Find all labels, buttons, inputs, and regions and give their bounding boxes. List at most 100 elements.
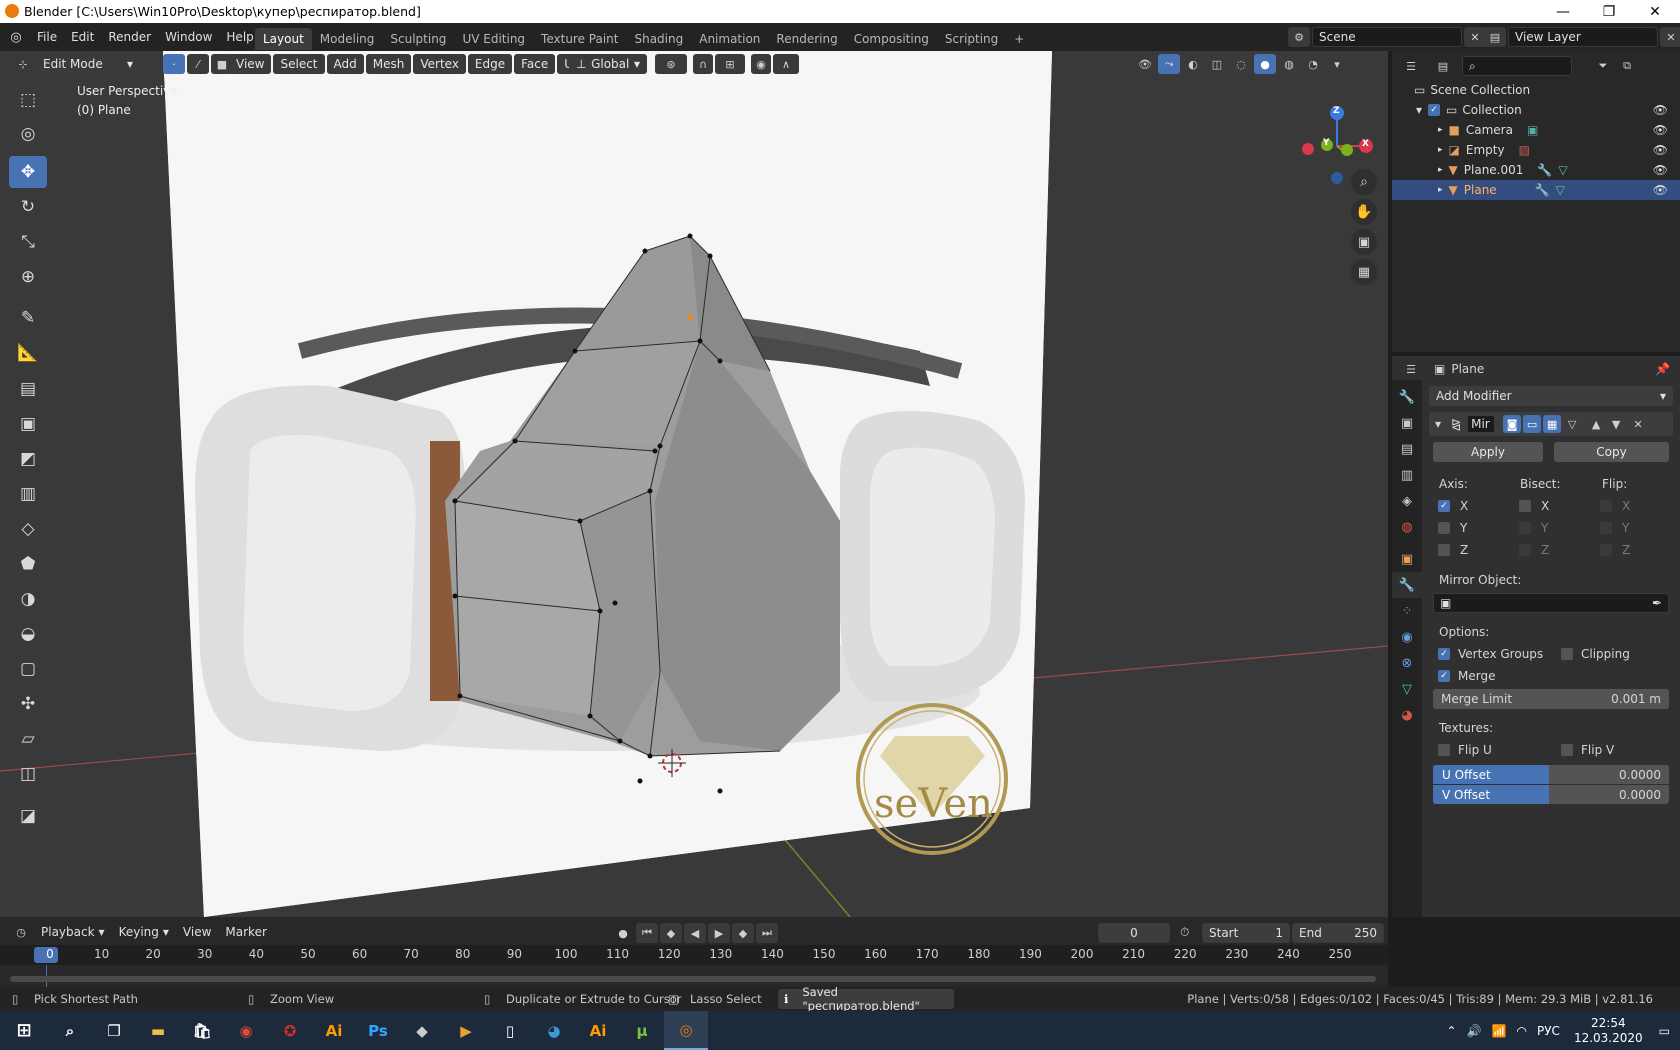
menu-add[interactable]: Add <box>326 54 364 74</box>
wifi-icon[interactable]: ◠ <box>1517 1024 1527 1038</box>
move-down-icon[interactable]: ▼ <box>1607 415 1625 433</box>
blender-menu-icon[interactable]: ◎ <box>6 27 26 47</box>
merge-toggle[interactable]: ✓ Merge <box>1438 669 1495 683</box>
ortho-toggle-icon[interactable]: ▦ <box>1351 259 1377 285</box>
app-blue-icon[interactable]: ◕ <box>532 1011 576 1050</box>
data-tab-icon[interactable]: ▽ <box>1392 676 1422 702</box>
shading-options-icon[interactable]: ▾ <box>1326 54 1348 74</box>
3d-viewport[interactable]: seVen User Perspective (0) Plane Z X Y ⌕… <box>0 51 1388 917</box>
edge-slide-tool-icon[interactable]: ▢ <box>9 653 47 685</box>
bevel-tool-icon[interactable]: ◩ <box>9 443 47 475</box>
record-icon[interactable]: ● <box>612 923 634 943</box>
blender-taskbar-icon[interactable]: ◎ <box>664 1011 708 1050</box>
pivot-point-icon[interactable]: ⊛ <box>655 54 687 74</box>
shrink-fatten-tool-icon[interactable]: ✣ <box>9 688 47 720</box>
view-layer-tab-icon[interactable]: ▥ <box>1392 462 1422 488</box>
eye-icon[interactable]: 👁 <box>1653 123 1668 137</box>
bisect-x-toggle[interactable]: X <box>1519 499 1549 513</box>
particles-tab-icon[interactable]: ⁘ <box>1392 598 1422 624</box>
poly-build-tool-icon[interactable]: ⬟ <box>9 548 47 580</box>
tab-texture-paint[interactable]: Texture Paint <box>533 28 626 50</box>
flip-z-toggle[interactable]: Z <box>1600 543 1630 557</box>
flip-y-checkbox[interactable] <box>1600 522 1612 534</box>
outliner-row-scene-collection[interactable]: ▭ Scene Collection <box>1392 80 1680 100</box>
network-icon[interactable]: 📶 <box>1492 1024 1507 1038</box>
flip-x-toggle[interactable]: X <box>1600 499 1630 513</box>
modifier-tab-icon[interactable]: 🔧 <box>1392 572 1422 598</box>
pan-hand-icon[interactable]: ✋ <box>1351 199 1377 225</box>
smooth-tool-icon[interactable]: ◒ <box>9 618 47 650</box>
visibility-icon[interactable]: 👁 <box>1134 54 1156 74</box>
maximize-button[interactable]: ❐ <box>1586 0 1632 23</box>
mirror-object-field[interactable]: ▣ ✒ <box>1433 593 1669 613</box>
menu-playback[interactable]: Playback ▾ <box>34 921 112 943</box>
file-explorer-icon[interactable]: ▬ <box>136 1011 180 1050</box>
outliner-row-plane-001[interactable]: ▸ ▼ Plane.001 🔧 ▽ 👁 <box>1392 160 1680 180</box>
add-modifier-dropdown[interactable]: Add Modifier ▾ <box>1429 386 1673 406</box>
axis-z-toggle[interactable]: Z <box>1438 543 1468 557</box>
transform-tool-icon[interactable]: ⊕ <box>9 261 47 293</box>
move-tool-icon[interactable]: ✥ <box>9 156 47 188</box>
show-in-render-icon[interactable]: ◙ <box>1503 415 1522 433</box>
task-view-icon[interactable]: ❐ <box>92 1011 136 1050</box>
bisect-z-toggle[interactable]: Z <box>1519 543 1549 557</box>
view-layer-browse-icon[interactable]: ▤ <box>1484 27 1506 47</box>
photoshop-icon[interactable]: Ps <box>356 1011 400 1050</box>
chrome-icon[interactable]: ◉ <box>224 1011 268 1050</box>
notification-icon[interactable]: ▭ <box>1659 1024 1670 1038</box>
mode-dropdown[interactable]: Edit Mode ▾ <box>36 54 140 74</box>
tool-tab-icon[interactable]: 🔧 <box>1392 384 1422 410</box>
illustrator-icon[interactable]: Ai <box>312 1011 356 1050</box>
menu-edge[interactable]: Edge <box>467 54 513 74</box>
tab-animation[interactable]: Animation <box>691 28 768 50</box>
select-box-tool-icon[interactable]: ⬚ <box>9 84 47 116</box>
expand-arrow-icon[interactable]: ▸ <box>1438 165 1443 175</box>
bisect-y-toggle[interactable]: Y <box>1519 521 1548 535</box>
rip-tool-icon[interactable]: ◫ <box>9 758 47 790</box>
menu-timeline-view[interactable]: View <box>176 921 218 943</box>
flip-u-toggle[interactable]: Flip U <box>1438 743 1492 757</box>
remove-modifier-icon[interactable]: ✕ <box>1629 415 1647 433</box>
vertex-groups-toggle[interactable]: ✓ Vertex Groups <box>1438 647 1543 661</box>
taskbar-search-icon[interactable]: ⌕ <box>48 1011 92 1050</box>
on-cage-icon[interactable]: ▽ <box>1563 415 1581 433</box>
vertex-groups-checkbox[interactable]: ✓ <box>1438 648 1450 660</box>
new-collection-icon[interactable]: ⧉ <box>1616 56 1638 76</box>
menu-edit[interactable]: Edit <box>64 26 101 48</box>
current-frame-field[interactable]: 0 <box>1098 923 1170 943</box>
tab-rendering[interactable]: Rendering <box>768 28 845 50</box>
apply-button[interactable]: Apply <box>1433 442 1543 462</box>
tab-scripting[interactable]: Scripting <box>937 28 1006 50</box>
expand-arrow-icon[interactable]: ▸ <box>1438 185 1443 195</box>
keyboard-language[interactable]: РУС <box>1537 1024 1560 1038</box>
timeline-editor-icon[interactable]: ◷ <box>10 922 32 942</box>
modifier-name-field[interactable]: Mir <box>1467 415 1496 433</box>
collapse-arrow-icon[interactable]: ▾ <box>1435 417 1441 431</box>
collapse-arrow-icon[interactable]: ▾ <box>1416 103 1422 117</box>
play-reverse-icon[interactable]: ◀ <box>684 923 706 943</box>
app-red-icon[interactable]: ✪ <box>268 1011 312 1050</box>
eye-icon[interactable]: 👁 <box>1653 103 1668 117</box>
timeline-ruler[interactable]: 0 10 20 30 40 50 60 70 80 90 100 110 120 130 140 150 160… <box>0 945 1388 965</box>
scene-tab-icon[interactable]: ◈ <box>1392 488 1422 514</box>
measure-tool-icon[interactable]: 📐 <box>9 337 47 369</box>
merge-limit-field[interactable]: Merge Limit 0.001 m <box>1433 689 1669 709</box>
outliner-search-input[interactable]: ⌕ <box>1462 56 1572 76</box>
snap-target-icon[interactable]: ⊞ <box>715 54 745 74</box>
merge-checkbox[interactable]: ✓ <box>1438 670 1450 682</box>
menu-view[interactable]: View <box>229 54 272 74</box>
start-frame-field[interactable]: Start 1 <box>1202 923 1290 943</box>
rendered-shading-icon[interactable]: ◔ <box>1302 54 1324 74</box>
overlay-toggle-icon[interactable]: ◐ <box>1182 54 1204 74</box>
outliner-row-empty[interactable]: ▸ ◪ Empty ▨ 👁 <box>1392 140 1680 160</box>
material-tab-icon[interactable]: ◕ <box>1392 702 1422 728</box>
proportional-edit-icon[interactable]: ◉ <box>751 54 771 74</box>
gizmo-toggle-icon[interactable]: ⤳ <box>1158 54 1180 74</box>
outliner-row-collection[interactable]: ▾ ✓ ▭ Collection 👁 <box>1392 100 1680 120</box>
axis-y-checkbox[interactable] <box>1438 522 1450 534</box>
object-tab-icon[interactable]: ▣ <box>1392 546 1422 572</box>
clock[interactable]: 22:54 12.03.2020 <box>1574 1016 1643 1046</box>
edge-select-icon[interactable]: ⁄ <box>187 54 209 74</box>
utorrent-icon[interactable]: µ <box>620 1011 664 1050</box>
properties-editor-icon[interactable]: ☰ <box>1400 359 1422 379</box>
